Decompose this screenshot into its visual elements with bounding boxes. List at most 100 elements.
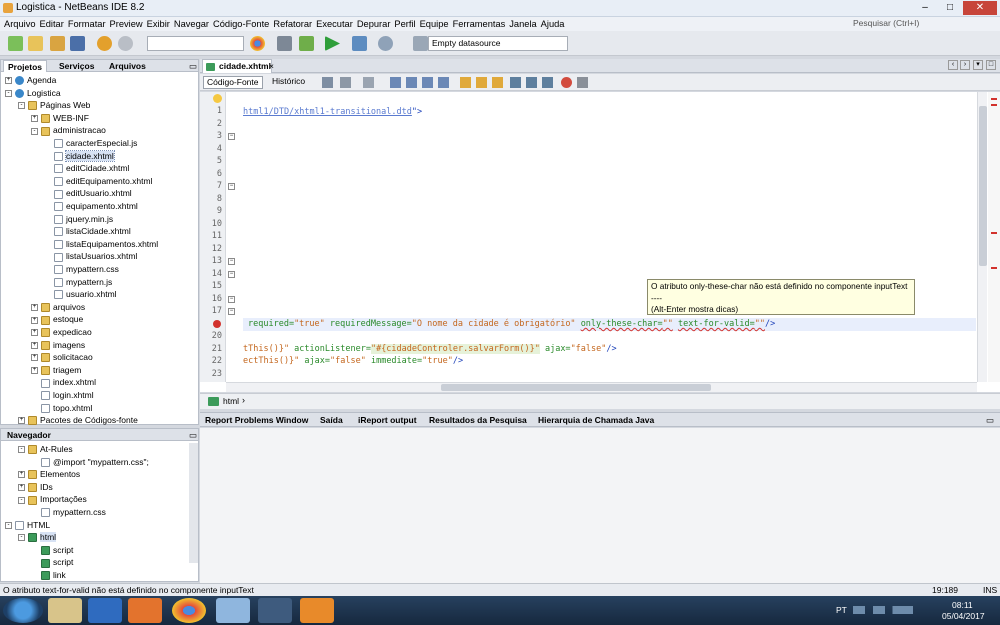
project-tree-item[interactable]: listaCidade.xhtml: [44, 225, 131, 238]
error-stripe-mark[interactable]: [991, 232, 997, 234]
language-indicator[interactable]: PT: [836, 605, 847, 615]
menu-formatar[interactable]: Formatar: [68, 17, 106, 31]
scrollbar-thumb[interactable]: [979, 106, 987, 266]
navigator-tree-item[interactable]: mypattern.css: [31, 506, 106, 519]
maximize-editor-icon[interactable]: □: [986, 60, 996, 70]
editor-tab-cidade[interactable]: cidade.xhtml ×: [202, 59, 274, 73]
tab-list-icon[interactable]: ▾: [973, 60, 983, 70]
menu-executar[interactable]: Executar: [316, 17, 353, 31]
minimize-output-icon[interactable]: ▭: [986, 413, 994, 427]
clock-date[interactable]: 05/04/2017: [942, 611, 985, 621]
next-bookmark-icon[interactable]: [492, 77, 503, 88]
menu-arquivo[interactable]: Arquivo: [4, 17, 36, 31]
tab-servicos[interactable]: Serviços: [55, 60, 98, 72]
shift-left-icon[interactable]: [510, 77, 521, 88]
expand-icon[interactable]: +: [31, 329, 38, 337]
find-next-icon[interactable]: [422, 77, 433, 88]
stop-macro-icon[interactable]: [577, 77, 588, 88]
code-line-22[interactable]: ectThis()}" ajax="false" immediate="true…: [243, 356, 463, 366]
menu-codigo-fonte[interactable]: Código-Fonte: [213, 17, 269, 31]
tab-arquivos[interactable]: Arquivos: [105, 60, 150, 72]
tab-saida[interactable]: Saída: [320, 413, 343, 427]
last-edit-icon[interactable]: [322, 77, 333, 88]
collapse-icon[interactable]: -: [31, 127, 38, 135]
new-file-icon[interactable]: [8, 36, 23, 51]
menu-refatorar[interactable]: Refatorar: [273, 17, 312, 31]
project-tree-item[interactable]: + solicitacao: [31, 351, 93, 364]
start-macro-icon[interactable]: [561, 77, 572, 88]
navigator-tree-item[interactable]: @import "mypattern.css";: [31, 456, 149, 469]
project-tree-item[interactable]: + Pacotes de Códigos-fonte: [18, 414, 138, 427]
error-attribute[interactable]: only-these-char=: [581, 319, 663, 329]
menu-depurar[interactable]: Depurar: [357, 17, 391, 31]
navigator-tree-item[interactable]: - html: [18, 531, 57, 544]
open-project-icon[interactable]: [50, 36, 65, 51]
redo-icon[interactable]: [118, 36, 133, 51]
project-tree-item[interactable]: topo.xhtml: [31, 402, 92, 415]
tab-codigo-fonte[interactable]: Código-Fonte: [203, 76, 263, 89]
project-tree-item[interactable]: + WEB-INF: [31, 112, 89, 125]
project-tree-item[interactable]: listaUsuarios.xhtml: [44, 250, 137, 263]
error-stripe-mark[interactable]: [991, 267, 997, 269]
tab-projetos[interactable]: Projetos: [3, 60, 48, 72]
menu-navegar[interactable]: Navegar: [174, 17, 209, 31]
tab-report-problems[interactable]: Report Problems Window: [205, 413, 308, 427]
menu-equipe[interactable]: Equipe: [420, 17, 449, 31]
chrome-taskbar-icon[interactable]: [172, 598, 206, 623]
fold-icon[interactable]: −: [228, 270, 235, 278]
menu-editar[interactable]: Editar: [40, 17, 64, 31]
project-tree-item[interactable]: usuario.xhtml: [44, 288, 117, 301]
navigator-tree-item[interactable]: + IDs: [18, 481, 53, 494]
run-icon[interactable]: [325, 36, 340, 51]
file-explorer-icon[interactable]: [48, 598, 82, 623]
expand-icon[interactable]: +: [31, 341, 38, 349]
expand-icon[interactable]: +: [18, 471, 25, 479]
project-tree-item[interactable]: listaEquipamentos.xhtml: [44, 238, 158, 251]
new-project-icon[interactable]: [28, 36, 43, 51]
expand-icon[interactable]: +: [18, 417, 25, 425]
fold-icon[interactable]: −: [228, 308, 235, 315]
minimize-button[interactable]: –: [913, 1, 937, 15]
project-tree-item[interactable]: editCidade.xhtml: [44, 162, 129, 175]
error-stripe-mark[interactable]: [991, 104, 997, 106]
navigator-tree-item[interactable]: - HTML: [5, 519, 50, 532]
code-line-21[interactable]: tThis()}" actionListener="#{cidadeContro…: [243, 344, 617, 354]
collapse-icon[interactable]: -: [18, 496, 25, 504]
menu-preview[interactable]: Preview: [110, 17, 143, 31]
project-tree-item[interactable]: + triagem: [31, 364, 81, 377]
build-icon[interactable]: [299, 36, 314, 51]
fold-icon[interactable]: −: [228, 183, 235, 190]
shift-right-icon[interactable]: [526, 77, 537, 88]
expand-icon[interactable]: +: [31, 354, 38, 362]
tray-icons[interactable]: [853, 606, 913, 614]
menu-perfil[interactable]: Perfil: [394, 17, 415, 31]
ie-icon[interactable]: [88, 598, 122, 623]
vertical-scrollbar[interactable]: [977, 92, 987, 382]
find-prev-icon[interactable]: [406, 77, 417, 88]
project-tree-item[interactable]: cidade.xhtml: [44, 149, 115, 163]
close-tab-icon[interactable]: ×: [269, 60, 274, 73]
fold-icon[interactable]: −: [228, 295, 235, 303]
project-tree-item[interactable]: mypattern.js: [44, 276, 112, 289]
scroll-tabs-left-icon[interactable]: ‹: [948, 60, 958, 70]
minimize-panel-icon[interactable]: ▭: [185, 60, 201, 72]
comment-icon[interactable]: [542, 77, 553, 88]
collapse-icon[interactable]: -: [18, 446, 25, 454]
search-input[interactable]: Pesquisar (Ctrl+I): [841, 17, 996, 30]
dtd-link[interactable]: html1/DTD/xhtml1-transitional.dtd: [243, 107, 412, 117]
undo-icon[interactable]: [97, 36, 112, 51]
tab-ireport-output[interactable]: iReport output: [358, 413, 417, 427]
project-tree-item[interactable]: + arquivos: [31, 301, 85, 314]
hscroll-thumb[interactable]: [441, 384, 711, 391]
forward-icon[interactable]: [363, 77, 374, 88]
project-tree-item[interactable]: + expedicao: [31, 326, 92, 339]
project-tree-item[interactable]: mypattern.css: [44, 263, 119, 276]
collapse-icon[interactable]: -: [5, 89, 12, 97]
collapse-icon[interactable]: -: [18, 102, 25, 110]
project-tree-item[interactable]: - administracao: [31, 124, 106, 137]
navigator-tree-item[interactable]: - At-Rules: [18, 443, 73, 456]
code-line-19[interactable]: required="true" requiredMessage="O nome …: [248, 319, 775, 329]
menu-ferramentas[interactable]: Ferramentas: [453, 17, 506, 31]
chrome-browser-icon[interactable]: [250, 36, 265, 51]
project-tree-item[interactable]: + estoque: [31, 313, 83, 326]
